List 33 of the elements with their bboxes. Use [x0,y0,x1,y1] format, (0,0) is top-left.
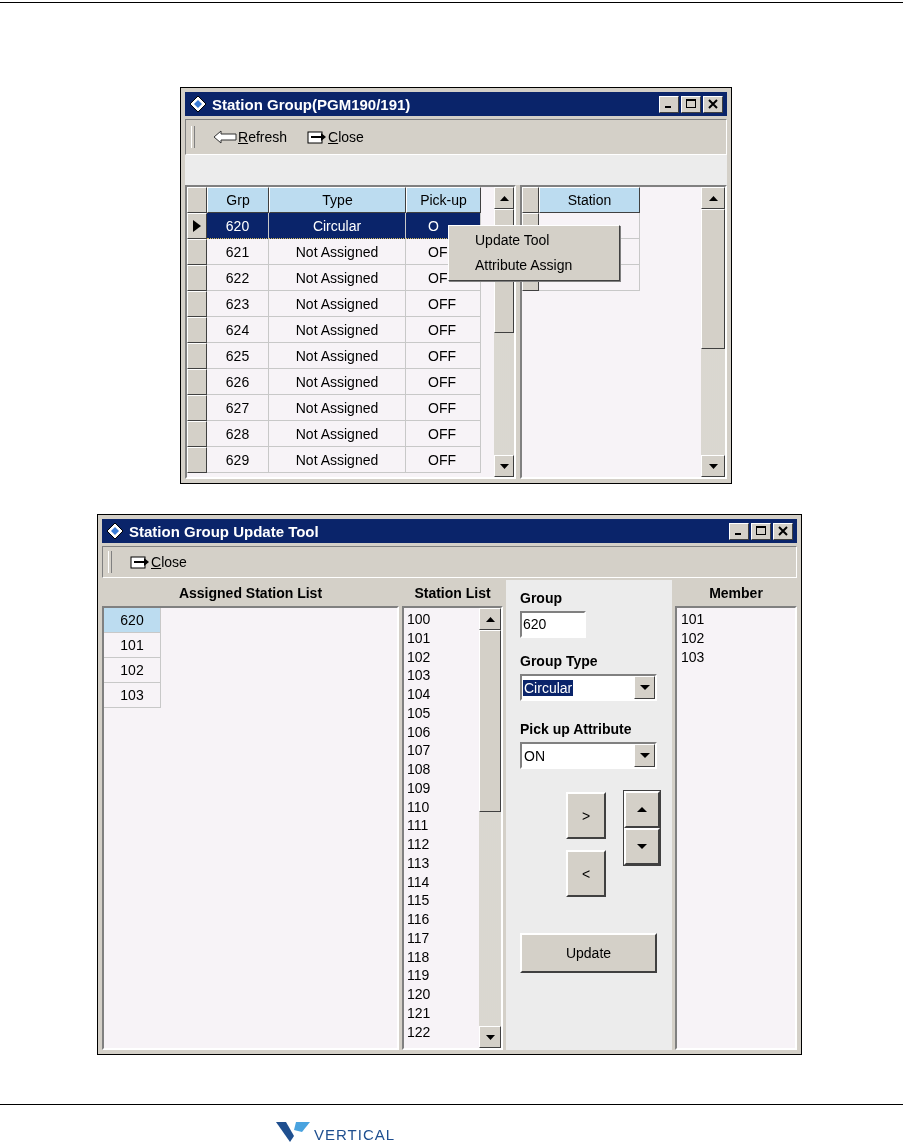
table-cell: Not Assigned [269,343,406,369]
window-title: Station Group(PGM190/191) [212,95,411,113]
table-cell: 629 [207,447,269,473]
table-cell: OFF [406,317,481,343]
table-cell: 621 [207,239,269,265]
table-cell: Not Assigned [269,395,406,421]
logo-text: VERTICAL [314,1127,396,1142]
table-cell: Not Assigned [269,291,406,317]
table-cell: OFF [406,343,481,369]
table-cell: 626 [207,369,269,395]
table-cell: OFF [406,369,481,395]
table-cell: Circular [269,213,406,239]
table-cell: 623 [207,291,269,317]
table-cell: Not Assigned [269,369,406,395]
table-cell: Not Assigned [269,421,406,447]
table-cell: Not Assigned [269,239,406,265]
table-cell: Not Assigned [269,317,406,343]
table-cell: 624 [207,317,269,343]
table-cell: 625 [207,343,269,369]
table-cell: Not Assigned [269,265,406,291]
table-cell: 628 [207,421,269,447]
table-cell: 620 [207,213,269,239]
table-cell: OFF [406,421,481,447]
field-label: Pick up Attribute [520,721,633,737]
table-cell: OFF [406,447,481,473]
field-label: Group Type [520,653,599,669]
table-cell: 622 [207,265,269,291]
table-cell: OFF [406,395,481,421]
table-cell: Not Assigned [269,447,406,473]
field-label: Group [520,590,563,606]
window-title: Station Group Update Tool [129,522,319,540]
table-cell: 627 [207,395,269,421]
table-cell: OFF [406,291,481,317]
